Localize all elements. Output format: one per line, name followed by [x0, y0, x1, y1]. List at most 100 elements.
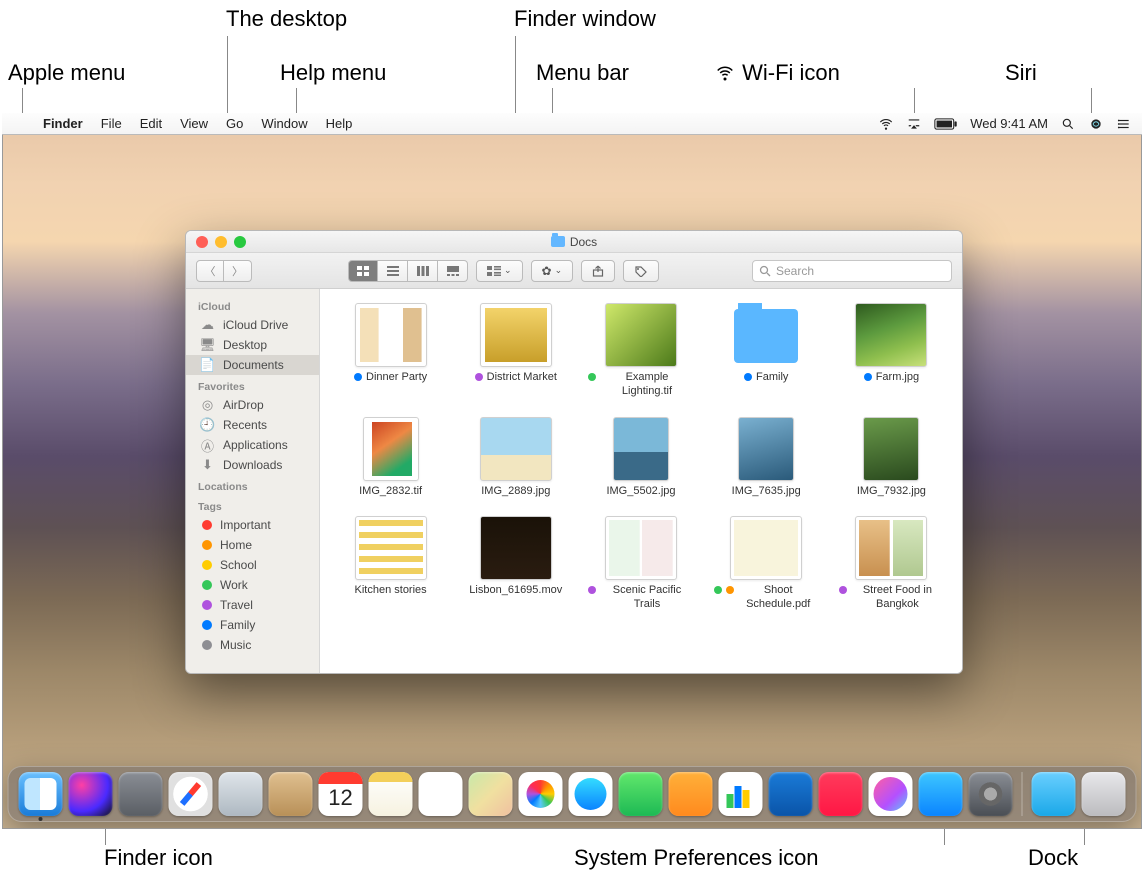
sidebar-item-documents[interactable]: 📄Documents: [186, 355, 319, 375]
dock-facetime-icon[interactable]: [619, 772, 663, 816]
menu-go[interactable]: Go: [217, 113, 252, 135]
view-list-button[interactable]: [378, 260, 408, 282]
share-button[interactable]: [581, 260, 615, 282]
sidebar-item-work[interactable]: Work: [186, 575, 319, 595]
desktop[interactable]: Docs 〈 〉: [2, 113, 1142, 829]
file-name-label: IMG_5502.jpg: [606, 485, 675, 499]
file-item[interactable]: Example Lighting.tif: [588, 303, 693, 399]
dock-photos-icon[interactable]: [519, 772, 563, 816]
file-item[interactable]: Street Food in Bangkok: [839, 516, 944, 612]
annotation-finder-window: Finder window: [514, 6, 656, 32]
file-thumbnail: PDF: [730, 516, 802, 580]
finder-titlebar[interactable]: Docs: [186, 231, 962, 253]
menu-edit[interactable]: Edit: [131, 113, 171, 135]
sidebar-item-school[interactable]: School: [186, 555, 319, 575]
menubar-clock[interactable]: Wed 9:41 AM: [970, 116, 1048, 131]
sidebar-item-applications[interactable]: ⒶApplications: [186, 435, 319, 455]
dock-sysprefs-icon[interactable]: [969, 772, 1013, 816]
dock-launchpad-icon[interactable]: [119, 772, 163, 816]
forward-button[interactable]: 〉: [224, 260, 252, 282]
tags-button[interactable]: [623, 260, 659, 282]
minimize-button[interactable]: [215, 236, 227, 248]
finder-window: Docs 〈 〉: [185, 230, 963, 674]
file-item[interactable]: IMG_7932.jpg: [839, 417, 944, 499]
dock-itunes-icon[interactable]: [869, 772, 913, 816]
spotlight-icon[interactable]: [1060, 117, 1076, 131]
action-menu-button[interactable]: ✿⌄: [531, 260, 574, 282]
file-item[interactable]: Scenic Pacific Trails: [588, 516, 693, 612]
annotation-wifi-icon: Wi-Fi icon: [714, 60, 840, 86]
sidebar-item-travel[interactable]: Travel: [186, 595, 319, 615]
view-columns-button[interactable]: [408, 260, 438, 282]
sidebar-item-icloud-drive[interactable]: ☁︎iCloud Drive: [186, 315, 319, 335]
file-item[interactable]: Dinner Party: [338, 303, 443, 399]
zoom-button[interactable]: [234, 236, 246, 248]
file-thumbnail: [480, 303, 552, 367]
sidebar-item-label: Documents: [223, 358, 284, 372]
file-item[interactable]: PDFShoot Schedule.pdf: [714, 516, 819, 612]
dock-calendar-icon[interactable]: 12: [319, 772, 363, 816]
menu-window[interactable]: Window: [252, 113, 316, 135]
siri-icon[interactable]: [1088, 117, 1104, 131]
dock-keynote-icon[interactable]: [769, 772, 813, 816]
dock-safari-icon[interactable]: [169, 772, 213, 816]
file-item[interactable]: Lisbon_61695.mov: [463, 516, 568, 612]
dock-contacts-icon[interactable]: [269, 772, 313, 816]
dock-news-icon[interactable]: [819, 772, 863, 816]
sidebar-item-music[interactable]: Music: [186, 635, 319, 655]
dock-messages-icon[interactable]: [569, 772, 613, 816]
file-item[interactable]: IMG_5502.jpg: [588, 417, 693, 499]
notification-center-icon[interactable]: [1116, 117, 1132, 131]
group-by-button[interactable]: ⌄: [476, 260, 523, 282]
file-item[interactable]: Family: [714, 303, 819, 399]
sidebar-item-important[interactable]: Important: [186, 515, 319, 535]
annotation-desktop: The desktop: [226, 6, 347, 32]
sidebar-item-label: Desktop: [223, 338, 267, 352]
battery-icon[interactable]: [934, 118, 958, 130]
dock-maps-icon[interactable]: [469, 772, 513, 816]
file-thumbnail: [855, 516, 927, 580]
tag-dot-icon: [202, 560, 212, 570]
sidebar-item-downloads[interactable]: ⬇︎Downloads: [186, 455, 319, 475]
wifi-icon[interactable]: [878, 117, 894, 131]
dock-finder-icon[interactable]: [19, 772, 63, 816]
dock-reminders-icon[interactable]: [419, 772, 463, 816]
dock-trash-icon[interactable]: [1082, 772, 1126, 816]
sidebar-item-label: Music: [220, 638, 251, 652]
dock-appstore-icon[interactable]: [919, 772, 963, 816]
file-item[interactable]: District Market: [463, 303, 568, 399]
dock-downloads-icon[interactable]: [1032, 772, 1076, 816]
dock-mail-icon[interactable]: [219, 772, 263, 816]
dock-pages-icon[interactable]: [669, 772, 713, 816]
file-item[interactable]: IMG_2889.jpg: [463, 417, 568, 499]
airplay-icon[interactable]: [906, 117, 922, 131]
sidebar-section-header: Tags: [186, 495, 319, 515]
file-item[interactable]: IMG_2832.tif: [338, 417, 443, 499]
view-icons-button[interactable]: [348, 260, 378, 282]
sidebar-item-airdrop[interactable]: ◎AirDrop: [186, 395, 319, 415]
file-item[interactable]: Farm.jpg: [839, 303, 944, 399]
menu-file[interactable]: File: [92, 113, 131, 135]
dock-numbers-icon[interactable]: [719, 772, 763, 816]
sidebar-item-desktop[interactable]: 🖥Desktop: [186, 335, 319, 355]
sidebar-item-label: Travel: [220, 598, 253, 612]
sidebar-item-recents[interactable]: 🕘Recents: [186, 415, 319, 435]
file-item[interactable]: IMG_7635.jpg: [714, 417, 819, 499]
dock-notes-icon[interactable]: [369, 772, 413, 816]
search-field[interactable]: Search: [752, 260, 952, 282]
dock: 12: [8, 766, 1137, 822]
back-button[interactable]: 〈: [196, 260, 224, 282]
sidebar-item-family[interactable]: Family: [186, 615, 319, 635]
file-thumbnail: [613, 417, 669, 481]
menu-help[interactable]: Help: [317, 113, 362, 135]
menu-app-name[interactable]: Finder: [34, 113, 92, 135]
finder-content[interactable]: Dinner PartyDistrict MarketExample Light…: [320, 289, 962, 673]
close-button[interactable]: [196, 236, 208, 248]
file-item[interactable]: Kitchen stories: [338, 516, 443, 612]
sidebar-item-home[interactable]: Home: [186, 535, 319, 555]
tag-dot-icon: [839, 586, 847, 594]
menu-view[interactable]: View: [171, 113, 217, 135]
view-gallery-button[interactable]: [438, 260, 468, 282]
apple-menu[interactable]: [16, 113, 34, 135]
dock-siri-icon[interactable]: [69, 772, 113, 816]
